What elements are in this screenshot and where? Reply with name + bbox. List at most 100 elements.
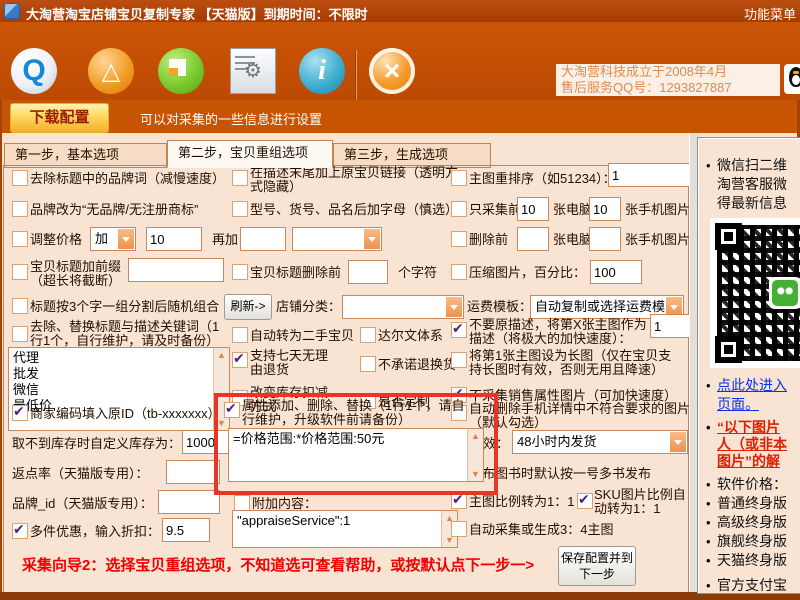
append-link-label: 在描述末尾加上原宝贝链接（透明方式隐藏） (250, 165, 459, 194)
rebate-input[interactable] (166, 460, 220, 484)
long-pic-label: 将第1张主图设为长图（仅在宝贝支持长图时有效，否则无用且降速） (469, 348, 672, 377)
app-window: { "window": { "title": "大淘营淘宝店铺宝贝复制专家 【天… (0, 0, 800, 600)
price-preset-dropdown[interactable] (292, 227, 382, 251)
delete-first-pc-input[interactable] (517, 227, 549, 251)
list-collect-icon: △ (88, 48, 134, 94)
collect-first-label: 只采集前 (469, 202, 522, 217)
checkbox-title-prefix[interactable] (12, 264, 28, 280)
checkbox-seven-day[interactable] (232, 350, 248, 368)
sidebar-link-page[interactable]: 点此处进入 页面。 (704, 376, 800, 414)
window-title: 大淘营淘宝店铺宝贝复制专家 【天猫版】到期时间：不限时 (26, 7, 368, 22)
brand-id-input[interactable] (158, 490, 220, 514)
checkbox-main-ratio[interactable] (451, 491, 467, 509)
merchant-code-label: 商家编码填入原ID（tb-xxxxxxx） (30, 406, 221, 421)
section-banner (0, 100, 800, 133)
scroll-down-icon[interactable]: ▼ (468, 468, 483, 480)
function-menu-button[interactable]: 功能菜单 (744, 4, 796, 23)
checkbox-merchant-code[interactable] (12, 403, 28, 421)
appraise-content: "appraiseService":1 (237, 513, 351, 528)
appraise-textarea[interactable]: "appraiseService":1 ▲ ▼ (232, 510, 458, 548)
checkbox-adjust-price[interactable] (12, 231, 28, 247)
scroll-up-icon[interactable]: ▲ (468, 430, 483, 442)
attr-replace-label: 属性添加、删除、替换（1行1个，请自行维护，升级软件前请备份） (242, 398, 465, 427)
checkbox-suffix-letter[interactable] (232, 201, 248, 217)
delete-first-label: 删除前 (469, 232, 509, 247)
qq-icon[interactable] (784, 64, 800, 94)
checkbox-darwin[interactable] (360, 327, 376, 343)
checkbox-discount[interactable] (12, 521, 28, 539)
checkbox-second-hand[interactable] (232, 327, 248, 343)
download-config-tab-button[interactable]: 下载配置 (10, 103, 109, 133)
checkbox-reorder-pic[interactable] (451, 170, 467, 186)
scrollbar[interactable]: ▲ ▼ (467, 429, 483, 481)
checkbox-remove-brand-word[interactable] (12, 170, 28, 186)
sidebar-price-title: 软件价格： (704, 475, 800, 494)
checkbox-long-pic[interactable] (451, 352, 467, 368)
discount-input[interactable] (162, 518, 210, 542)
exit-icon: × (369, 48, 415, 94)
compress-input[interactable] (590, 260, 642, 284)
second-hand-label: 自动转为二手宝贝 (250, 328, 355, 343)
app-icon (4, 3, 20, 19)
sidebar-list: 点此处进入 页面。 “以下图片 人（或非本 图片”的解 软件价格： 普通终身版 … (698, 376, 800, 593)
attr-replace-textarea[interactable]: =价格范围:*价格范围:50元 ▲ ▼ (228, 428, 484, 482)
adjust-price-label: 调整价格 (30, 232, 83, 247)
checkbox-gen34[interactable] (451, 521, 467, 537)
window-frame-bottom (0, 592, 800, 600)
checkbox-delete-first[interactable] (451, 231, 467, 247)
title-delete-input[interactable] (348, 260, 388, 284)
title-prefix-input[interactable] (128, 258, 224, 282)
shop-category-dropdown[interactable] (342, 295, 464, 319)
sidebar-alipay-label: 官方支付宝 (704, 576, 800, 593)
checkbox-collect-first[interactable] (451, 201, 467, 217)
save-config-next-button[interactable]: 保存配置并到 下一步 (558, 546, 636, 586)
price-op-dropdown[interactable]: 加 (90, 227, 136, 251)
price-v1-input[interactable] (146, 227, 202, 251)
brand-id-label: 品牌_id（天猫版专用）： (12, 496, 153, 511)
checkbox-remove-keywords[interactable] (12, 326, 28, 342)
checkbox-no-return[interactable] (360, 356, 376, 372)
checkbox-extra-content[interactable] (234, 495, 250, 511)
collect-first-mid-label: 张电脑 (553, 202, 593, 217)
no-return-label: 不承诺退换货 (378, 357, 457, 372)
price-mid-label: 再加 (212, 232, 239, 247)
wizard-hint-text: 采集向导2：选择宝贝重组选项，不知道选可查看帮助，或按默认点下一步一> (22, 557, 535, 574)
chevron-down-icon[interactable] (446, 297, 462, 317)
discount-label: 多件优惠，输入折扣： (30, 524, 161, 539)
sku-ratio-label: SKU图片比例自动转为1：1 (594, 487, 686, 516)
title-delete-label: 宝贝标题删除前 (250, 265, 342, 280)
checkbox-title-split[interactable] (12, 298, 28, 314)
sidebar-link-pictures-note[interactable]: “以下图片 人（或非本 图片”的解 (704, 419, 800, 470)
scroll-up-icon[interactable]: ▲ (214, 349, 229, 361)
sidebar-wechat-note: 微信扫二维 淘营客服微 得最新信息 (704, 156, 800, 213)
checkbox-sku-ratio[interactable] (577, 491, 593, 509)
checkbox-brand-no[interactable] (12, 201, 28, 217)
checkbox-attr-replace[interactable] (224, 400, 240, 418)
extra-content-label: 附加内容： (252, 496, 318, 511)
ship-time-dropdown[interactable]: 48小时内发货 (512, 430, 688, 454)
price-v2-input[interactable] (240, 227, 286, 251)
collect-first-phone-input[interactable] (589, 197, 621, 221)
delete-first-phone-input[interactable] (589, 227, 621, 251)
checkbox-compress[interactable] (451, 264, 467, 280)
auto-del-phone-pic-label: 自动删除手机详情中不符合要求的图片（默认勾选） (469, 401, 691, 430)
qr-finder-icon (715, 223, 742, 250)
remove-brand-word-label: 去除标题中的品牌词（减慢速度） (30, 171, 226, 186)
chevron-down-icon[interactable] (118, 229, 134, 249)
delete-first-tail-label: 张手机图片 (625, 232, 691, 247)
collect-first-pc-input[interactable] (517, 197, 549, 221)
title-bar: 大淘营淘宝店铺宝贝复制专家 【天猫版】到期时间：不限时 功能菜单 (0, 0, 800, 22)
chevron-down-icon[interactable] (670, 432, 686, 452)
brand-no-label: 品牌改为“无品牌/无注册商标” (30, 202, 199, 217)
reorder-pic-input[interactable] (608, 163, 696, 187)
price-op-value: 加 (95, 231, 109, 246)
rebate-label: 返点率（天猫版专用）： (12, 466, 149, 481)
refresh-button[interactable]: 刷新-> (224, 294, 272, 320)
qr-finder-icon (715, 336, 742, 363)
chevron-down-icon[interactable] (364, 229, 380, 249)
tab-step2[interactable]: 第二步，宝贝重组选项 (167, 140, 333, 168)
checkbox-title-delete[interactable] (232, 264, 248, 280)
banner-subtitle: 可以对采集的一些信息进行设置 (140, 112, 323, 127)
checkbox-append-link[interactable] (232, 170, 248, 186)
checkbox-no-desc[interactable] (451, 320, 467, 338)
